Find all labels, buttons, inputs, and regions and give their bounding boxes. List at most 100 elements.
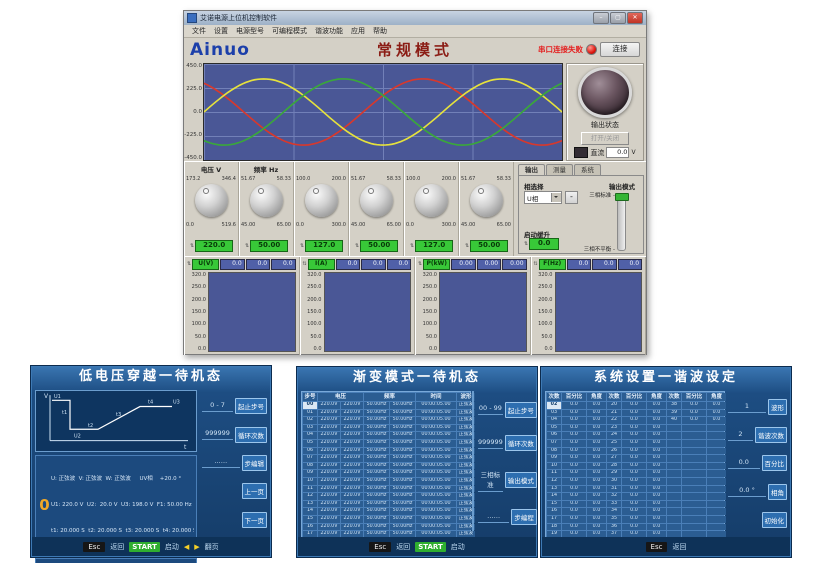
- table-cell[interactable]: 0.0: [562, 448, 586, 455]
- table-cell[interactable]: 18: [547, 524, 561, 531]
- esc-button[interactable]: Esc: [369, 542, 391, 552]
- tab[interactable]: 测量: [546, 164, 573, 175]
- table-cell[interactable]: 220.0V: [341, 463, 363, 470]
- table-cell[interactable]: 220.0V: [318, 432, 340, 439]
- table-cell[interactable]: 00:00:05.00: [416, 501, 456, 508]
- table-cell[interactable]: 220.0V: [318, 524, 340, 531]
- table-cell[interactable]: 0.0: [647, 470, 666, 477]
- table-cell[interactable]: 220.0V: [318, 440, 340, 447]
- loop-count-button[interactable]: 循环次数: [505, 435, 537, 451]
- table-cell[interactable]: [707, 516, 726, 523]
- table-cell[interactable]: [707, 463, 726, 470]
- table-cell[interactable]: [667, 455, 681, 462]
- tab[interactable]: 系统: [574, 164, 601, 175]
- table-cell[interactable]: 00:00:05.00: [416, 425, 456, 432]
- table-cell[interactable]: 50.00Hz: [390, 508, 415, 515]
- table-cell[interactable]: 00:00:05.00: [416, 478, 456, 485]
- table-cell[interactable]: 220.0V: [318, 493, 340, 500]
- table-cell[interactable]: [707, 478, 726, 485]
- table-cell[interactable]: 03: [303, 425, 317, 432]
- phase-select-dropdown[interactable]: U相: [524, 191, 562, 204]
- table-cell[interactable]: 0.0: [622, 463, 646, 470]
- frequency-knob[interactable]: [470, 184, 503, 217]
- menu-item[interactable]: 设置: [210, 26, 232, 36]
- table-cell[interactable]: 12: [303, 493, 317, 500]
- table-cell[interactable]: 50.00Hz: [390, 432, 415, 439]
- table-cell[interactable]: 0.0: [587, 410, 606, 417]
- table-cell[interactable]: [667, 486, 681, 493]
- table-cell[interactable]: 30: [607, 478, 621, 485]
- step-range-button[interactable]: 起止步号: [505, 402, 537, 418]
- spinner-control[interactable]: ⇅: [355, 244, 359, 249]
- table-cell[interactable]: 0.0: [622, 508, 646, 515]
- table-cell[interactable]: [707, 425, 726, 432]
- minimize-icon[interactable]: –: [593, 12, 609, 24]
- table-cell[interactable]: 220.0V: [341, 410, 363, 417]
- table-cell[interactable]: 50.00Hz: [364, 524, 389, 531]
- table-cell[interactable]: 08: [303, 463, 317, 470]
- table-cell[interactable]: 0.0: [587, 478, 606, 485]
- table-cell[interactable]: 34: [607, 508, 621, 515]
- table-cell[interactable]: 09: [547, 455, 561, 462]
- table-cell[interactable]: 0.0: [647, 493, 666, 500]
- step-program-button[interactable]: 步编程: [511, 509, 537, 525]
- table-cell[interactable]: 0.0: [647, 516, 666, 523]
- table-cell[interactable]: 0.0: [587, 440, 606, 447]
- table-cell[interactable]: 10: [303, 478, 317, 485]
- table-cell[interactable]: [707, 448, 726, 455]
- table-cell[interactable]: 0.0: [622, 524, 646, 531]
- table-cell[interactable]: 50.00Hz: [364, 448, 389, 455]
- table-cell[interactable]: 50.00Hz: [364, 440, 389, 447]
- table-cell[interactable]: 0.0: [622, 501, 646, 508]
- table-cell[interactable]: 0.0: [647, 410, 666, 417]
- table-cell[interactable]: 0.0: [587, 470, 606, 477]
- table-cell[interactable]: 0.0: [587, 402, 606, 409]
- table-cell[interactable]: 0.0: [647, 486, 666, 493]
- table-cell[interactable]: 220.0V: [341, 516, 363, 523]
- table-cell[interactable]: 0.0: [622, 432, 646, 439]
- table-cell[interactable]: 13: [547, 486, 561, 493]
- table-cell[interactable]: [667, 516, 681, 523]
- page-prev-icon[interactable]: ◀: [184, 543, 189, 551]
- spinner-control[interactable]: ⇅: [300, 244, 304, 249]
- table-cell[interactable]: 23: [607, 425, 621, 432]
- table-cell[interactable]: 00:00:05.00: [416, 463, 456, 470]
- table-cell[interactable]: [682, 470, 706, 477]
- table-cell[interactable]: 24: [607, 432, 621, 439]
- table-cell[interactable]: 50.00Hz: [364, 501, 389, 508]
- table-cell[interactable]: 27: [607, 455, 621, 462]
- esc-button[interactable]: Esc: [83, 542, 105, 552]
- table-cell[interactable]: 220.0V: [318, 425, 340, 432]
- initialize-button[interactable]: 初始化: [762, 512, 788, 528]
- table-cell[interactable]: 220.0V: [318, 455, 340, 462]
- waveform-button[interactable]: 波形: [768, 399, 787, 415]
- table-cell[interactable]: 0.0: [562, 455, 586, 462]
- table-cell[interactable]: 0.0: [682, 402, 706, 409]
- table-cell[interactable]: 50.00Hz: [390, 455, 415, 462]
- table-cell[interactable]: 11: [303, 486, 317, 493]
- percent-button[interactable]: 百分比: [762, 455, 788, 471]
- table-cell[interactable]: 33: [607, 501, 621, 508]
- next-page-button[interactable]: 下一页: [242, 512, 268, 528]
- table-cell[interactable]: 07: [547, 440, 561, 447]
- start-button[interactable]: START: [129, 542, 160, 552]
- table-cell[interactable]: [667, 432, 681, 439]
- table-cell[interactable]: [682, 463, 706, 470]
- table-cell[interactable]: 28: [607, 463, 621, 470]
- prev-page-button[interactable]: 上一页: [242, 483, 268, 499]
- table-cell[interactable]: 0.0: [622, 448, 646, 455]
- table-cell[interactable]: 0.0: [587, 493, 606, 500]
- table-cell[interactable]: 14: [303, 508, 317, 515]
- table-cell[interactable]: 220.0V: [318, 516, 340, 523]
- table-cell[interactable]: 220.0V: [318, 402, 340, 409]
- table-cell[interactable]: 50.00Hz: [364, 455, 389, 462]
- table-cell[interactable]: 220.0V: [341, 432, 363, 439]
- table-cell[interactable]: 0.0: [647, 508, 666, 515]
- spinner-control[interactable]: ⇅: [245, 244, 249, 249]
- table-cell[interactable]: 0.0: [562, 501, 586, 508]
- table-cell[interactable]: 220.0V: [318, 478, 340, 485]
- table-cell[interactable]: 39: [667, 410, 681, 417]
- table-cell[interactable]: 12: [547, 478, 561, 485]
- table-cell[interactable]: [667, 478, 681, 485]
- table-cell[interactable]: 00:00:05.00: [416, 486, 456, 493]
